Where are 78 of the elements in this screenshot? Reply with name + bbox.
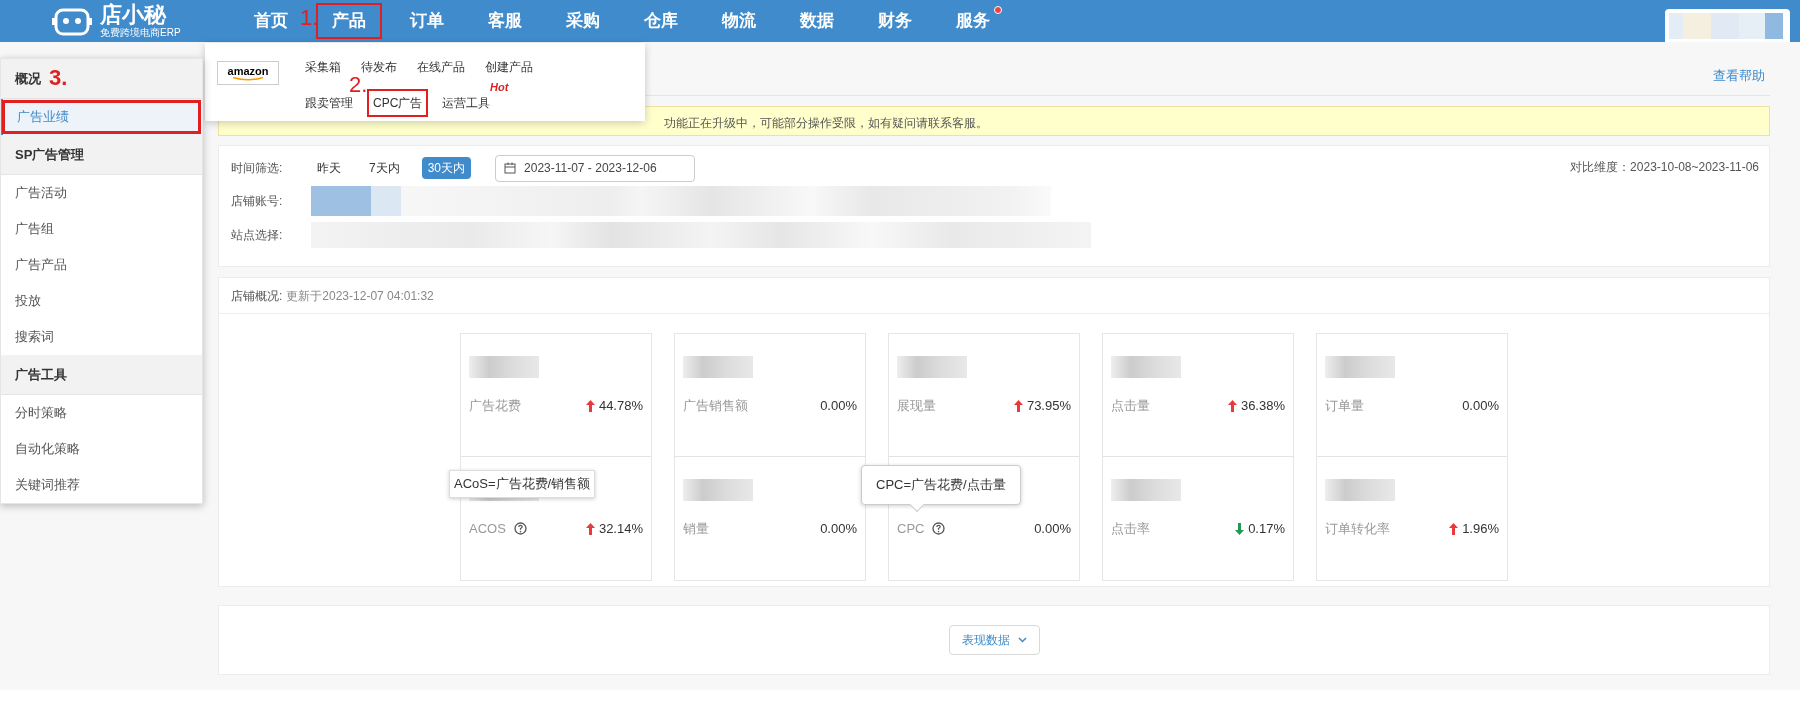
menu-section-header: 概况 3.: [1, 59, 202, 99]
tooltip: CPC=广告花费/点击量: [861, 465, 1021, 512]
metric-label: ACOS: [469, 520, 506, 538]
blurred-value: [469, 356, 539, 378]
metric-change: 0.00%: [1034, 520, 1071, 538]
nav-tab[interactable]: 服务: [940, 3, 1006, 39]
menu-link[interactable]: 创建产品: [479, 53, 539, 81]
menu-link[interactable]: CPC广告: [367, 89, 429, 117]
date-range-field[interactable]: 2023-11-07 - 2023-12-06: [495, 154, 696, 182]
help-icon[interactable]: [932, 522, 946, 536]
metric-change: 1.96%: [1462, 520, 1499, 538]
menu-item[interactable]: 广告产品: [1, 247, 202, 283]
metric-change: 0.00%: [820, 520, 857, 538]
chevron-down-icon: [1017, 637, 1027, 643]
metric-label: 点击量: [1111, 397, 1150, 415]
metric-change: 44.78%: [598, 397, 643, 415]
blurred-value: [1111, 356, 1181, 378]
performance-data-button[interactable]: 表现数据: [948, 625, 1040, 655]
metric-label: 订单量: [1325, 397, 1364, 415]
amazon-logo: amazon: [217, 61, 279, 85]
callout-number: 2.: [349, 74, 368, 96]
metric-label: 销量: [683, 520, 709, 538]
tooltip: ACoS=广告花费/销售额: [449, 470, 596, 498]
metric-change: 36.38%: [1240, 397, 1285, 415]
blurred-value: [1111, 479, 1181, 501]
time-option[interactable]: 昨天: [311, 157, 347, 179]
menu-item[interactable]: 分时策略: [1, 395, 202, 431]
metric-label: 点击率: [1111, 520, 1150, 538]
metric-label: 展现量: [897, 397, 936, 415]
metric-label: 广告花费: [469, 397, 521, 415]
filter-label: 站点选择:: [231, 227, 284, 244]
nav-tab[interactable]: 产品: [316, 3, 382, 39]
blurred-value: [897, 356, 967, 378]
nav-tab[interactable]: 客服: [472, 3, 538, 39]
logo-tagline: 免费跨境电商ERP: [100, 28, 181, 38]
menu-item[interactable]: 投放: [1, 283, 202, 319]
metric-label: 广告销售额: [683, 397, 748, 415]
nav-tab[interactable]: 数据: [784, 3, 850, 39]
menu-section-header: 广告工具: [1, 355, 202, 395]
metric-label: CPC: [897, 520, 925, 538]
blurred-value: [1325, 479, 1395, 501]
help-link[interactable]: 查看帮助: [1713, 65, 1765, 85]
filter-label: 店铺账号:: [231, 193, 284, 210]
nav-tab[interactable]: 物流: [706, 3, 772, 39]
updated-time: 更新于2023-12-07 04:01:32: [286, 287, 434, 305]
blurred-value: [1325, 356, 1395, 378]
compare-range-text: 对比维度：2023-10-08~2023-11-06: [1570, 159, 1759, 176]
hot-tag: Hot: [490, 79, 509, 96]
nav-tab[interactable]: 订单: [394, 3, 460, 39]
notice-text: 功能正在升级中，可能部分操作受限，如有疑问请联系客服。: [664, 115, 988, 132]
nav-tab[interactable]: 财务: [862, 3, 928, 39]
metric-change: 32.14%: [598, 520, 643, 538]
blurred-value: [683, 479, 753, 501]
callout-number: 3.: [49, 67, 68, 89]
metric-change: 73.95%: [1026, 397, 1071, 415]
help-icon[interactable]: [513, 522, 527, 536]
menu-link[interactable]: 在线产品: [411, 53, 471, 81]
time-option[interactable]: 7天内: [363, 157, 406, 179]
metric-change: 0.17%: [1248, 520, 1285, 538]
callout-number: 1.: [300, 7, 319, 29]
nav-tab[interactable]: 采购: [550, 3, 616, 39]
blurred-value: [683, 356, 753, 378]
metric-change: 0.00%: [1462, 397, 1499, 415]
menu-section-header: SP广告管理: [1, 135, 202, 175]
menu-item[interactable]: 广告组: [1, 211, 202, 247]
menu-item[interactable]: 搜索词: [1, 319, 202, 355]
menu-item[interactable]: 关键词推荐: [1, 467, 202, 503]
menu-item[interactable]: 自动化策略: [1, 431, 202, 467]
overview-label: 店铺概况:: [231, 287, 283, 305]
menu-link[interactable]: 采集箱: [299, 53, 347, 81]
logo-text: 店小秘: [100, 4, 168, 26]
metric-label: 订单转化率: [1325, 520, 1390, 538]
menu-item[interactable]: 广告活动: [1, 175, 202, 211]
nav-tab[interactable]: 仓库: [628, 3, 694, 39]
metric-change: 0.00%: [820, 397, 857, 415]
filter-label: 时间筛选:: [231, 160, 284, 177]
calendar-icon: [504, 162, 517, 174]
time-option[interactable]: 30天内: [421, 157, 472, 179]
